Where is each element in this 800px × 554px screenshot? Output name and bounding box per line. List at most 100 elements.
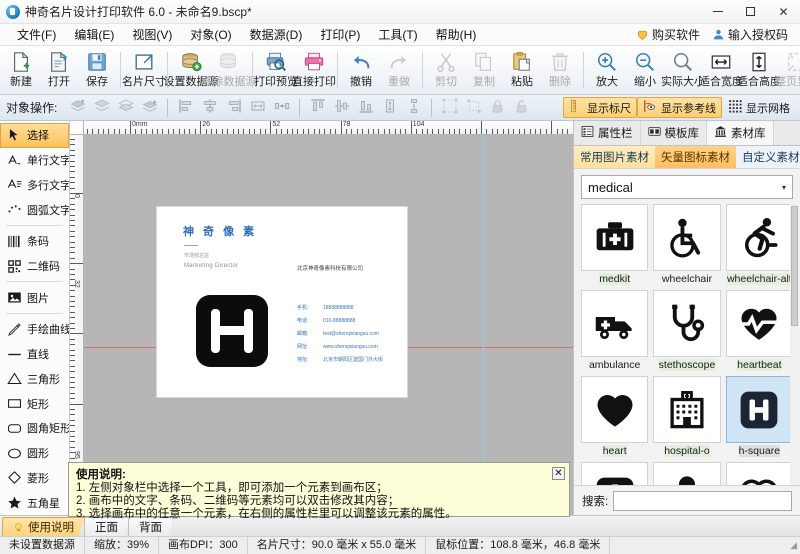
material-item-wheelchair[interactable]: wheelchair <box>653 204 720 285</box>
toggle-grid-button[interactable]: 显示网格 <box>722 97 796 118</box>
card-contact-phone[interactable]: 电话: 010-88888888 <box>297 317 355 324</box>
menu-object[interactable]: 对象(O) <box>181 24 240 45</box>
tool-image[interactable]: 图片 <box>0 285 69 310</box>
resize-grip-icon[interactable]: ◢ <box>790 540 800 551</box>
send-backward-button[interactable] <box>114 97 137 119</box>
same-width-button[interactable] <box>246 97 269 119</box>
menu-print[interactable]: 打印(P) <box>311 24 369 45</box>
toolbar-fit-width-button[interactable]: 适合宽度 <box>702 47 740 94</box>
lock-button[interactable] <box>486 97 509 119</box>
toolbar-cut-button[interactable]: 剪切 <box>427 47 465 94</box>
menu-datasource[interactable]: 数据源(D) <box>241 24 312 45</box>
toolbar-fit-height-button[interactable]: 适合高度 <box>740 47 778 94</box>
material-item-hospital-o[interactable]: hospital-o <box>653 376 720 457</box>
align-bottom-button[interactable] <box>354 97 377 119</box>
toolbar-remove-datasource-button[interactable]: 移除数据源 <box>210 47 248 94</box>
maximize-button[interactable] <box>734 0 767 23</box>
tab-properties[interactable]: 属性栏 <box>574 121 641 145</box>
menu-tools[interactable]: 工具(T) <box>369 24 426 45</box>
tool-line[interactable]: 直线 <box>0 342 69 367</box>
toolbar-fit-page-button[interactable]: 整页显示 <box>778 47 800 94</box>
toolbar-open-button[interactable]: 打开 <box>40 47 78 94</box>
tool-qrcode[interactable]: 二维码 <box>0 254 69 279</box>
minimize-button[interactable] <box>701 0 734 23</box>
unlock-button[interactable] <box>510 97 533 119</box>
toggle-guides-button[interactable]: 显示参考线 <box>637 97 722 118</box>
bring-forward-button[interactable] <box>90 97 113 119</box>
tool-star[interactable]: 五角星 <box>0 490 69 515</box>
tab-templates[interactable]: 模板库 <box>641 121 708 145</box>
tool-ellipse[interactable]: 圆形 <box>0 441 69 466</box>
icon-grid-scroll[interactable]: medkit wheelchair wheelchair-alt <box>574 204 800 485</box>
toolbar-zoom-in-button[interactable]: 放大 <box>588 47 626 94</box>
toolbar-print-preview-button[interactable]: 打印预览 <box>257 47 295 94</box>
distribute-v-button[interactable] <box>402 97 425 119</box>
close-icon[interactable]: ✕ <box>552 467 565 480</box>
tool-rounded-rect[interactable]: 圆角矩形 <box>0 416 69 441</box>
material-item-medkit[interactable]: medkit <box>581 204 648 285</box>
tool-arc-text[interactable]: 圆弧文字 <box>0 197 69 222</box>
horizontal-ruler[interactable]: 0mm265278104 <box>84 121 573 135</box>
toolbar-copy-button[interactable]: 复制 <box>465 47 503 94</box>
toolbar-undo-button[interactable]: 撤销 <box>342 47 380 94</box>
menu-file[interactable]: 文件(F) <box>8 24 65 45</box>
align-left-button[interactable] <box>174 97 197 119</box>
menu-view[interactable]: 视图(V) <box>123 24 181 45</box>
toolbar-delete-button[interactable]: 删除 <box>541 47 579 94</box>
subtab-common-images[interactable]: 常用图片素材 <box>574 146 655 168</box>
card-brand-text[interactable]: 神 奇 像 素 <box>183 223 257 239</box>
toolbar-actual-size-button[interactable]: 实际大小 <box>664 47 702 94</box>
align-right-button[interactable] <box>222 97 245 119</box>
ungroup-button[interactable] <box>462 97 485 119</box>
subtab-custom-materials[interactable]: 自定义素材 <box>736 146 800 168</box>
card-contact-email[interactable]: 邮箱: test@shenqixiangsu.com <box>297 330 379 337</box>
material-item-ambulance[interactable]: ambulance <box>581 290 648 371</box>
toolbar-card-size-button[interactable]: 名片尺寸 <box>125 47 163 94</box>
tool-rectangle[interactable]: 矩形 <box>0 391 69 416</box>
card-job-title-cn[interactable]: 市场部总监 <box>184 252 209 259</box>
bring-to-front-button[interactable] <box>66 97 89 119</box>
tool-diamond[interactable]: 菱形 <box>0 466 69 491</box>
tab-material-library[interactable]: 素材库 <box>707 121 774 145</box>
vertical-ruler[interactable]: 03295 <box>70 135 84 515</box>
card-company-name[interactable]: 北京神奇像素科技有限公司 <box>297 264 363 272</box>
tab-usage-help[interactable]: 使用说明 <box>2 517 85 536</box>
align-middle-v-button[interactable] <box>330 97 353 119</box>
category-select[interactable]: medical ▾ <box>581 175 793 199</box>
card-contact-address[interactable]: 地址: 北京市朝阳区建国门外大街 <box>297 356 383 363</box>
tool-select[interactable]: 选择 <box>0 123 69 148</box>
toolbar-paste-button[interactable]: 粘贴 <box>503 47 541 94</box>
toolbar-print-button[interactable]: 直接打印 <box>295 47 333 94</box>
toolbar-save-button[interactable]: 保存 <box>78 47 116 94</box>
tool-freehand-curve[interactable]: 手绘曲线 <box>0 317 69 342</box>
material-item-h-square[interactable]: h-square <box>726 376 793 457</box>
card-contact-website[interactable]: 网址: www.shenqixiangsu.com <box>297 343 378 350</box>
same-height-button[interactable] <box>378 97 401 119</box>
material-item-stethoscope[interactable]: stethoscope <box>653 290 720 371</box>
toggle-ruler-button[interactable]: 显示标尺 <box>563 97 637 118</box>
material-item-plus-square[interactable] <box>581 462 648 485</box>
material-item-heart[interactable]: heart <box>581 376 648 457</box>
tool-triangle[interactable]: 三角形 <box>0 367 69 392</box>
toolbar-redo-button[interactable]: 重做 <box>380 47 418 94</box>
menu-edit[interactable]: 编辑(E) <box>65 24 123 45</box>
toolbar-zoom-out-button[interactable]: 缩小 <box>626 47 664 94</box>
send-to-back-button[interactable] <box>138 97 161 119</box>
tool-single-line-text[interactable]: 单行文字 <box>0 148 69 173</box>
material-item-heart-outline[interactable] <box>726 462 793 485</box>
align-center-h-button[interactable] <box>198 97 221 119</box>
material-scrollbar-thumb[interactable] <box>791 206 798 326</box>
search-input[interactable] <box>613 491 792 511</box>
material-item-user-md[interactable] <box>653 462 720 485</box>
card-logo[interactable] <box>196 295 268 367</box>
subtab-vector-icons[interactable]: 矢量图标素材 <box>655 146 736 168</box>
menu-help[interactable]: 帮助(H) <box>427 24 486 45</box>
business-card[interactable]: 神 奇 像 素 市场部总监 Marketing Director 北京神奇像素科… <box>157 207 407 397</box>
card-contact-mobile[interactable]: 手机: 18888888888 <box>297 304 354 311</box>
tool-barcode[interactable]: 条码 <box>0 229 69 254</box>
card-job-title-en[interactable]: Marketing Director <box>184 263 238 269</box>
distribute-h-button[interactable] <box>270 97 293 119</box>
toolbar-new-button[interactable]: 新建 <box>2 47 40 94</box>
enter-license-button[interactable]: 输入授权码 <box>708 25 792 44</box>
material-item-wheelchair-alt[interactable]: wheelchair-alt <box>726 204 793 285</box>
